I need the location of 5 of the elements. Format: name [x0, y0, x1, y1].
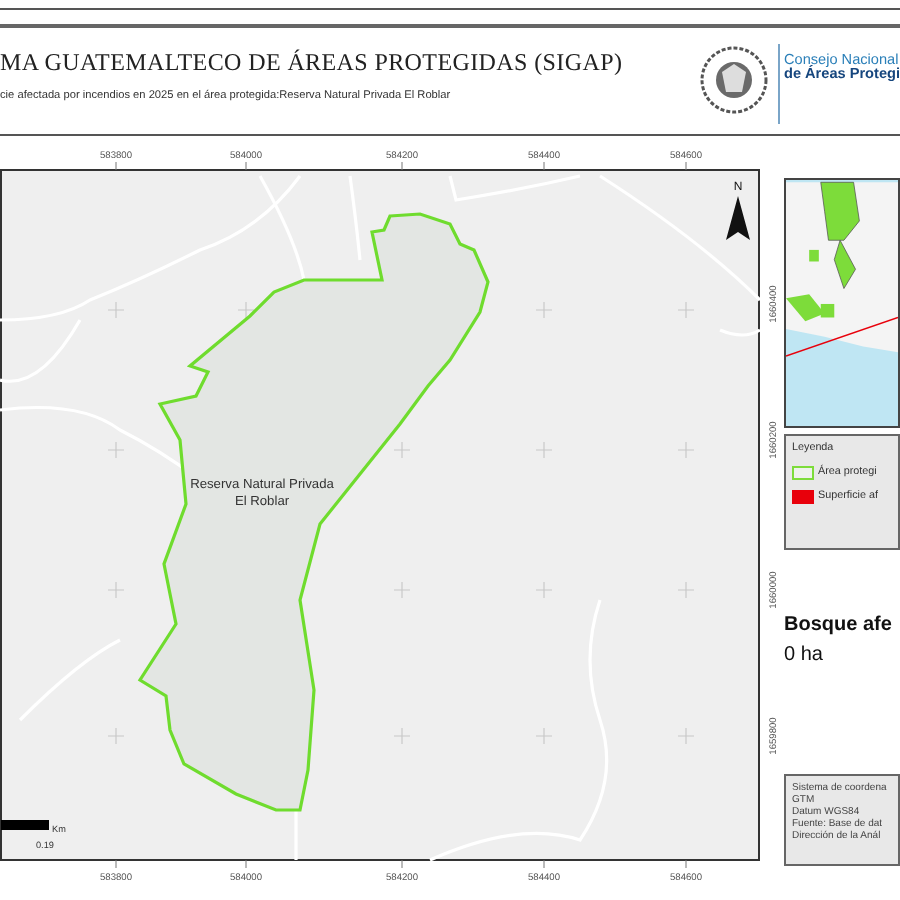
- summary-title: Bosque afe: [784, 612, 894, 640]
- north-arrow-icon: [726, 196, 750, 240]
- scale-bar: [1, 820, 49, 830]
- map-title: MA GUATEMALTECO DE ÁREAS PROTEGIDAS (SIGAP): [0, 46, 625, 80]
- summary-value: 0 ha: [784, 642, 825, 670]
